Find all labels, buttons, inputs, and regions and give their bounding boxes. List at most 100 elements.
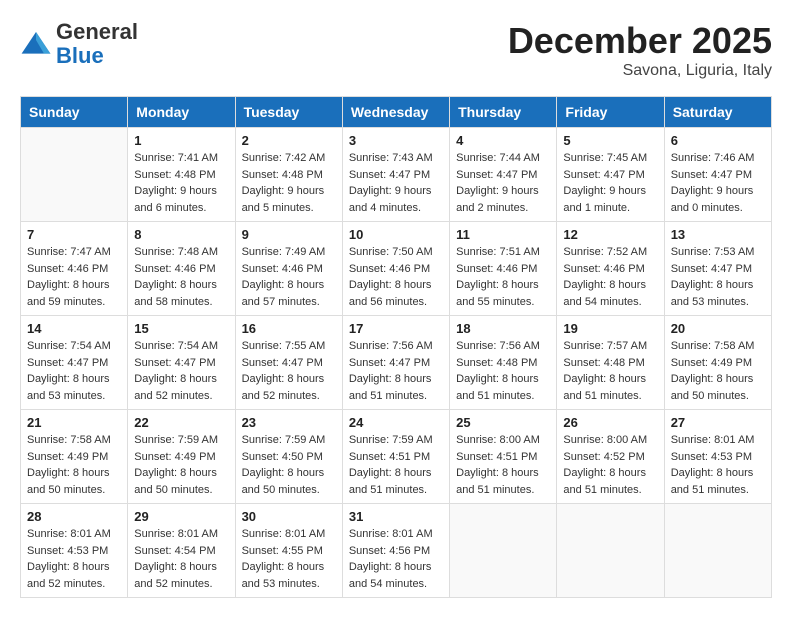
day-info: Sunrise: 8:00 AM Sunset: 4:51 PM Dayligh… xyxy=(456,432,550,498)
day-info: Sunrise: 8:01 AM Sunset: 4:53 PM Dayligh… xyxy=(671,432,765,498)
day-info: Sunrise: 7:54 AM Sunset: 4:47 PM Dayligh… xyxy=(134,338,228,404)
day-number: 22 xyxy=(134,415,228,430)
calendar-cell: 1 Sunrise: 7:41 AM Sunset: 4:48 PM Daylig… xyxy=(128,128,235,222)
day-number: 5 xyxy=(563,133,657,148)
calendar-week-row: 14 Sunrise: 7:54 AM Sunset: 4:47 PM Dayli… xyxy=(21,316,772,410)
day-info: Sunrise: 7:51 AM Sunset: 4:46 PM Dayligh… xyxy=(456,244,550,310)
day-number: 30 xyxy=(242,509,336,524)
calendar-cell: 29 Sunrise: 8:01 AM Sunset: 4:54 PM Dayli… xyxy=(128,504,235,598)
calendar-cell: 21 Sunrise: 7:58 AM Sunset: 4:49 PM Dayli… xyxy=(21,410,128,504)
day-number: 16 xyxy=(242,321,336,336)
day-info: Sunrise: 7:53 AM Sunset: 4:47 PM Dayligh… xyxy=(671,244,765,310)
day-number: 18 xyxy=(456,321,550,336)
logo-blue-text: Blue xyxy=(56,43,104,68)
calendar-cell xyxy=(450,504,557,598)
day-number: 24 xyxy=(349,415,443,430)
day-info: Sunrise: 7:59 AM Sunset: 4:49 PM Dayligh… xyxy=(134,432,228,498)
day-number: 29 xyxy=(134,509,228,524)
day-number: 19 xyxy=(563,321,657,336)
day-info: Sunrise: 7:42 AM Sunset: 4:48 PM Dayligh… xyxy=(242,150,336,216)
calendar-cell: 12Sunrise: 7:52 AM Sunset: 4:46 PM Dayli… xyxy=(557,222,664,316)
day-number: 12 xyxy=(563,227,657,242)
day-number: 11 xyxy=(456,227,550,242)
calendar-cell: 30 Sunrise: 8:01 AM Sunset: 4:55 PM Dayli… xyxy=(235,504,342,598)
day-info: Sunrise: 7:43 AM Sunset: 4:47 PM Dayligh… xyxy=(349,150,443,216)
calendar-cell: 5 Sunrise: 7:45 AM Sunset: 4:47 PM Daylig… xyxy=(557,128,664,222)
weekday-header-thursday: Thursday xyxy=(450,97,557,128)
calendar-cell: 6 Sunrise: 7:46 AM Sunset: 4:47 PM Daylig… xyxy=(664,128,771,222)
day-info: Sunrise: 7:55 AM Sunset: 4:47 PM Dayligh… xyxy=(242,338,336,404)
day-info: Sunrise: 8:01 AM Sunset: 4:53 PM Dayligh… xyxy=(27,526,121,592)
day-info: Sunrise: 7:41 AM Sunset: 4:48 PM Dayligh… xyxy=(134,150,228,216)
day-info: Sunrise: 7:46 AM Sunset: 4:47 PM Dayligh… xyxy=(671,150,765,216)
day-number: 10 xyxy=(349,227,443,242)
day-info: Sunrise: 7:58 AM Sunset: 4:49 PM Dayligh… xyxy=(671,338,765,404)
day-info: Sunrise: 8:00 AM Sunset: 4:52 PM Dayligh… xyxy=(563,432,657,498)
day-number: 14 xyxy=(27,321,121,336)
logo-general-text: General xyxy=(56,19,138,44)
day-info: Sunrise: 8:01 AM Sunset: 4:56 PM Dayligh… xyxy=(349,526,443,592)
calendar-cell: 9Sunrise: 7:49 AM Sunset: 4:46 PM Daylig… xyxy=(235,222,342,316)
day-number: 8 xyxy=(134,227,228,242)
calendar-cell: 13 Sunrise: 7:53 AM Sunset: 4:47 PM Dayli… xyxy=(664,222,771,316)
day-info: Sunrise: 7:56 AM Sunset: 4:48 PM Dayligh… xyxy=(456,338,550,404)
calendar-cell: 24 Sunrise: 7:59 AM Sunset: 4:51 PM Dayli… xyxy=(342,410,449,504)
day-number: 3 xyxy=(349,133,443,148)
calendar-cell: 14 Sunrise: 7:54 AM Sunset: 4:47 PM Dayli… xyxy=(21,316,128,410)
calendar-cell: 18 Sunrise: 7:56 AM Sunset: 4:48 PM Dayli… xyxy=(450,316,557,410)
day-number: 1 xyxy=(134,133,228,148)
day-number: 13 xyxy=(671,227,765,242)
day-number: 25 xyxy=(456,415,550,430)
day-info: Sunrise: 7:57 AM Sunset: 4:48 PM Dayligh… xyxy=(563,338,657,404)
calendar-cell: 10 Sunrise: 7:50 AM Sunset: 4:46 PM Dayli… xyxy=(342,222,449,316)
day-info: Sunrise: 7:58 AM Sunset: 4:49 PM Dayligh… xyxy=(27,432,121,498)
day-info: Sunrise: 7:48 AM Sunset: 4:46 PM Dayligh… xyxy=(134,244,228,310)
day-number: 21 xyxy=(27,415,121,430)
logo: General Blue xyxy=(20,20,138,68)
location-text: Savona, Liguria, Italy xyxy=(508,62,772,80)
day-info: Sunrise: 8:01 AM Sunset: 4:54 PM Dayligh… xyxy=(134,526,228,592)
calendar-week-row: 21 Sunrise: 7:58 AM Sunset: 4:49 PM Dayli… xyxy=(21,410,772,504)
weekday-header-row: SundayMondayTuesdayWednesdayThursdayFrid… xyxy=(21,97,772,128)
calendar-week-row: 7 Sunrise: 7:47 AM Sunset: 4:46 PM Daylig… xyxy=(21,222,772,316)
day-info: Sunrise: 7:44 AM Sunset: 4:47 PM Dayligh… xyxy=(456,150,550,216)
calendar-cell: 16 Sunrise: 7:55 AM Sunset: 4:47 PM Dayli… xyxy=(235,316,342,410)
day-number: 20 xyxy=(671,321,765,336)
page-header: General Blue December 2025 Savona, Ligur… xyxy=(20,20,772,80)
calendar-cell: 17Sunrise: 7:56 AM Sunset: 4:47 PM Dayli… xyxy=(342,316,449,410)
calendar-cell: 2 Sunrise: 7:42 AM Sunset: 4:48 PM Daylig… xyxy=(235,128,342,222)
calendar-cell: 3 Sunrise: 7:43 AM Sunset: 4:47 PM Daylig… xyxy=(342,128,449,222)
day-info: Sunrise: 7:49 AM Sunset: 4:46 PM Dayligh… xyxy=(242,244,336,310)
day-number: 2 xyxy=(242,133,336,148)
day-number: 4 xyxy=(456,133,550,148)
day-number: 7 xyxy=(27,227,121,242)
day-info: Sunrise: 8:01 AM Sunset: 4:55 PM Dayligh… xyxy=(242,526,336,592)
calendar-cell: 20 Sunrise: 7:58 AM Sunset: 4:49 PM Dayli… xyxy=(664,316,771,410)
calendar-cell: 8 Sunrise: 7:48 AM Sunset: 4:46 PM Daylig… xyxy=(128,222,235,316)
day-number: 6 xyxy=(671,133,765,148)
day-info: Sunrise: 7:56 AM Sunset: 4:47 PM Dayligh… xyxy=(349,338,443,404)
calendar-cell xyxy=(557,504,664,598)
day-info: Sunrise: 7:47 AM Sunset: 4:46 PM Dayligh… xyxy=(27,244,121,310)
calendar-table: SundayMondayTuesdayWednesdayThursdayFrid… xyxy=(20,96,772,598)
day-number: 26 xyxy=(563,415,657,430)
month-title: December 2025 xyxy=(508,20,772,62)
calendar-cell: 19 Sunrise: 7:57 AM Sunset: 4:48 PM Dayli… xyxy=(557,316,664,410)
calendar-cell xyxy=(664,504,771,598)
weekday-header-wednesday: Wednesday xyxy=(342,97,449,128)
day-info: Sunrise: 7:59 AM Sunset: 4:50 PM Dayligh… xyxy=(242,432,336,498)
day-number: 23 xyxy=(242,415,336,430)
calendar-cell: 4 Sunrise: 7:44 AM Sunset: 4:47 PM Daylig… xyxy=(450,128,557,222)
weekday-header-saturday: Saturday xyxy=(664,97,771,128)
calendar-cell: 22 Sunrise: 7:59 AM Sunset: 4:49 PM Dayli… xyxy=(128,410,235,504)
calendar-cell: 27Sunrise: 8:01 AM Sunset: 4:53 PM Dayli… xyxy=(664,410,771,504)
day-info: Sunrise: 7:59 AM Sunset: 4:51 PM Dayligh… xyxy=(349,432,443,498)
day-info: Sunrise: 7:50 AM Sunset: 4:46 PM Dayligh… xyxy=(349,244,443,310)
calendar-cell xyxy=(21,128,128,222)
calendar-cell: 15Sunrise: 7:54 AM Sunset: 4:47 PM Dayli… xyxy=(128,316,235,410)
day-info: Sunrise: 7:54 AM Sunset: 4:47 PM Dayligh… xyxy=(27,338,121,404)
weekday-header-tuesday: Tuesday xyxy=(235,97,342,128)
calendar-cell: 25 Sunrise: 8:00 AM Sunset: 4:51 PM Dayli… xyxy=(450,410,557,504)
day-info: Sunrise: 7:45 AM Sunset: 4:47 PM Dayligh… xyxy=(563,150,657,216)
calendar-cell: 31Sunrise: 8:01 AM Sunset: 4:56 PM Dayli… xyxy=(342,504,449,598)
